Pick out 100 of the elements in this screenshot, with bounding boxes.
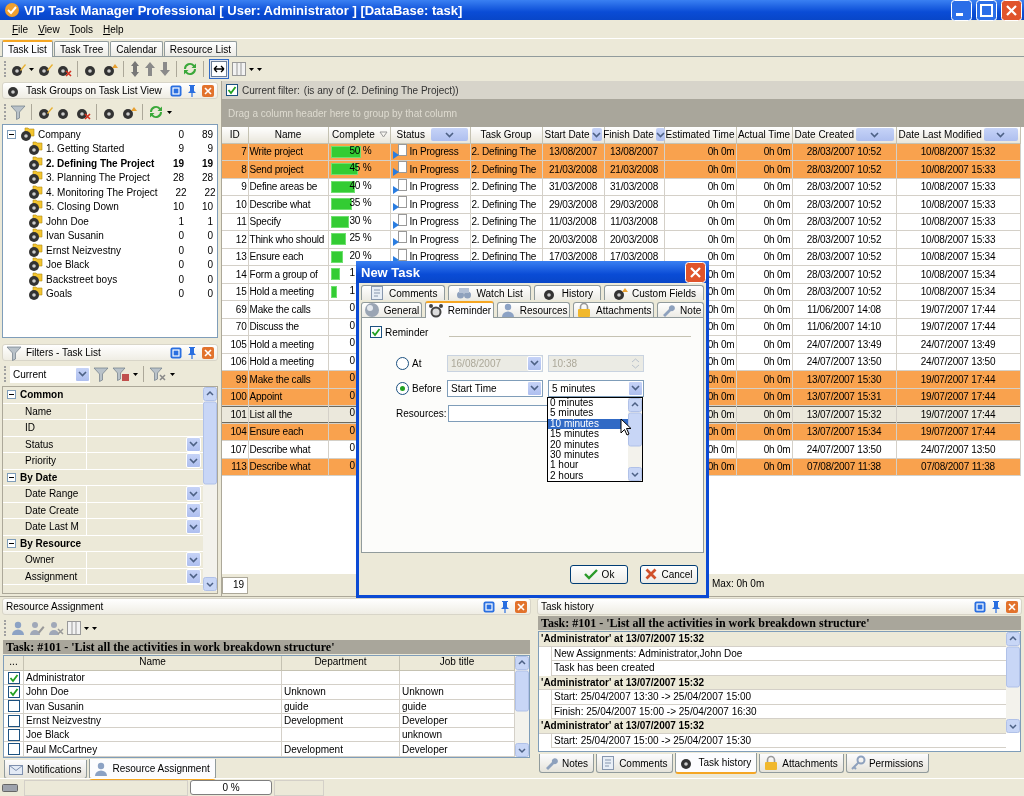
- maximize-icon[interactable]: [976, 0, 997, 21]
- tab[interactable]: Task List: [2, 40, 53, 57]
- close-icon[interactable]: [1001, 0, 1022, 21]
- tab[interactable]: Task Tree: [53, 41, 110, 56]
- close-icon[interactable]: [515, 600, 527, 613]
- tab[interactable]: Resources: [496, 302, 571, 317]
- fit-width-icon[interactable]: [211, 61, 227, 77]
- preset-dropdown[interactable]: Current: [10, 365, 90, 383]
- arrow-down-icon[interactable]: [159, 61, 171, 77]
- input-field[interactable]: [448, 404, 550, 422]
- arrow-up-icon[interactable]: [144, 61, 156, 77]
- column-header[interactable]: Estimated Time: [664, 127, 736, 143]
- list-option[interactable]: 2 hours: [548, 470, 628, 482]
- tree-item[interactable]: Joe Black 0 0: [7, 257, 213, 272]
- tab[interactable]: Notes: [539, 754, 595, 773]
- tree-item[interactable]: Ivan Susanin 0 0: [7, 228, 213, 243]
- pin-icon[interactable]: [499, 600, 511, 613]
- checkbox[interactable]: [7, 685, 20, 698]
- tab[interactable]: Task history: [675, 753, 758, 774]
- column-header[interactable]: Task Group: [470, 127, 542, 143]
- dropdown-field[interactable]: 5 minutes: [548, 379, 644, 397]
- column-header[interactable]: Department: [282, 656, 400, 671]
- scrollbar[interactable]: [628, 398, 642, 481]
- dropdown-button[interactable]: [527, 380, 542, 396]
- tab[interactable]: Reminder: [425, 301, 494, 318]
- tree-item[interactable]: 2. Defining The Project 19 19: [7, 156, 213, 171]
- collapse-icon[interactable]: [7, 129, 16, 139]
- window-icon[interactable]: [170, 84, 182, 97]
- tab[interactable]: Permissions: [845, 754, 930, 773]
- checkbox[interactable]: [7, 728, 20, 741]
- tab[interactable]: Resource List: [163, 41, 237, 56]
- cancel-button[interactable]: Cancel: [640, 564, 698, 584]
- column-header[interactable]: Date Created: [792, 127, 896, 143]
- caret-icon[interactable]: [29, 67, 34, 71]
- dropdown-button[interactable]: [186, 552, 201, 568]
- filter-dropdown-button[interactable]: [431, 128, 468, 142]
- column-header[interactable]: Name: [24, 656, 282, 671]
- dropdown-button[interactable]: [628, 380, 643, 396]
- list-option[interactable]: 5 minutes: [548, 408, 628, 419]
- tree-item[interactable]: Ernst Neizvestny 0 0: [7, 243, 213, 258]
- close-icon[interactable]: [1006, 600, 1018, 613]
- gear-pencil-icon[interactable]: [37, 104, 53, 120]
- scrollbar[interactable]: [1006, 632, 1020, 733]
- tab[interactable]: General: [361, 302, 423, 317]
- double-arrow-icon[interactable]: [129, 61, 141, 77]
- tab[interactable]: Calendar: [110, 41, 163, 56]
- column-header[interactable]: Finish Date: [604, 127, 664, 143]
- gear-pencil-icon[interactable]: [37, 61, 53, 77]
- tab[interactable]: Resource Assignment: [89, 759, 216, 780]
- filter-dropdown-button[interactable]: [591, 128, 602, 142]
- tree-item[interactable]: John Doe 1 1: [7, 214, 213, 229]
- collapse-icon[interactable]: [7, 472, 16, 482]
- tab[interactable]: Custom Fields: [604, 285, 704, 300]
- tab[interactable]: Note: [657, 302, 704, 317]
- tree-item[interactable]: Goals 0 0: [7, 286, 213, 301]
- filter-dropdown-button[interactable]: [655, 128, 665, 142]
- column-header[interactable]: Actual Time: [736, 127, 792, 143]
- pin-icon[interactable]: [990, 600, 1002, 613]
- tree-item[interactable]: 3. Planning The Project 28 28: [7, 170, 213, 185]
- tab[interactable]: Attachments: [759, 754, 844, 773]
- window-icon[interactable]: [483, 600, 495, 613]
- menu-item[interactable]: File: [8, 23, 33, 35]
- list-option[interactable]: 1 hour: [548, 460, 628, 471]
- column-header[interactable]: Status: [390, 127, 470, 143]
- dropdown-button[interactable]: [186, 486, 201, 502]
- tab[interactable]: History: [533, 285, 602, 300]
- close-icon[interactable]: [202, 84, 214, 97]
- column-header[interactable]: Start Date: [542, 127, 604, 143]
- radio-button[interactable]: [396, 381, 409, 395]
- tree-item[interactable]: Company 0 89: [7, 127, 213, 142]
- tree-item[interactable]: 1. Getting Started 9 9: [7, 141, 213, 156]
- tab[interactable]: Comments: [596, 754, 674, 773]
- checkbox[interactable]: [370, 326, 382, 338]
- dropdown-field[interactable]: Start Time: [447, 379, 543, 397]
- tree-item[interactable]: 5. Closing Down 10 10: [7, 199, 213, 214]
- tree-item[interactable]: 4. Monitoring The Project 22 22: [7, 185, 213, 200]
- column-header[interactable]: Name: [248, 127, 328, 143]
- tab[interactable]: Attachments: [573, 302, 655, 317]
- minimize-icon[interactable]: [951, 0, 972, 21]
- dropdown-button[interactable]: [75, 366, 90, 382]
- column-header[interactable]: ID: [222, 127, 248, 143]
- collapse-icon[interactable]: [7, 390, 16, 400]
- checkbox[interactable]: [7, 714, 20, 727]
- filter-cross-icon[interactable]: [149, 366, 167, 382]
- checkbox[interactable]: [7, 700, 20, 713]
- list-option[interactable]: 30 minutes: [548, 449, 628, 461]
- window-icon[interactable]: [170, 346, 182, 359]
- column-header[interactable]: Date Last Modified: [896, 127, 1020, 143]
- window-icon[interactable]: [974, 600, 986, 613]
- close-icon[interactable]: [202, 346, 214, 359]
- filter-dropdown-button[interactable]: [983, 128, 1018, 142]
- collapse-icon[interactable]: [7, 538, 16, 548]
- scrollbar[interactable]: [203, 387, 217, 591]
- tab[interactable]: Comments: [361, 285, 446, 300]
- menu-item[interactable]: Tools: [65, 23, 97, 35]
- list-option[interactable]: 20 minutes: [548, 439, 628, 450]
- filter-disk-icon[interactable]: [112, 366, 130, 382]
- tab[interactable]: Watch List: [448, 285, 531, 300]
- checkbox[interactable]: [226, 84, 238, 96]
- dropdown-button[interactable]: [186, 453, 201, 469]
